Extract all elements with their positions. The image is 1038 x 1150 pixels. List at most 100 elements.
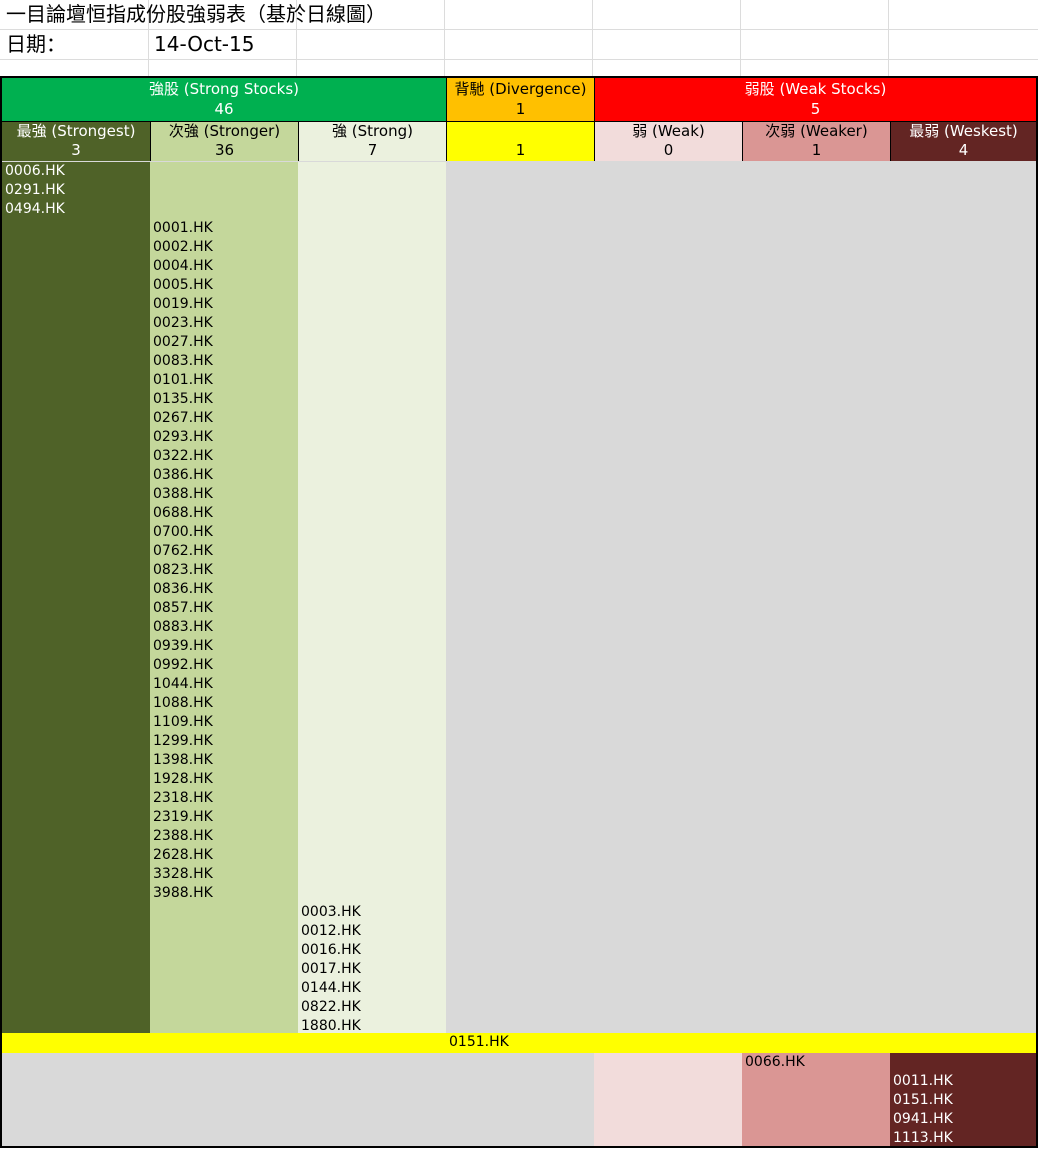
stock-cell[interactable]: 2388.HK bbox=[153, 827, 213, 846]
stock-cell[interactable]: 0939.HK bbox=[153, 637, 213, 656]
stock-cell[interactable]: 0002.HK bbox=[153, 238, 213, 257]
stock-list: 0011.HK 0151.HK 0941.HK 1113.HK bbox=[893, 1072, 953, 1146]
stock-list: 0006.HK 0291.HK 0494.HK bbox=[5, 162, 65, 219]
category-header-strong[interactable]: 強 (Strong) 7 bbox=[298, 121, 446, 161]
category-header-weakest[interactable]: 最弱 (Weskest) 4 bbox=[890, 121, 1036, 161]
column-weaker: 0066.HK bbox=[742, 1053, 890, 1146]
category-count: 0 bbox=[663, 141, 674, 159]
stock-cell[interactable]: 0101.HK bbox=[153, 371, 213, 390]
category-label: 次強 (Stronger) bbox=[168, 122, 281, 140]
date-value[interactable]: 14-Oct-15 bbox=[154, 30, 254, 58]
column-strong: 0003.HK 0012.HK 0016.HK 0017.HK 0144.HK … bbox=[298, 162, 446, 1033]
stock-cell[interactable]: 0151.HK bbox=[893, 1091, 953, 1110]
stock-cell[interactable]: 0004.HK bbox=[153, 257, 213, 276]
gridline-col-6 bbox=[888, 0, 889, 76]
stock-cell[interactable]: 0700.HK bbox=[153, 523, 213, 542]
stock-cell[interactable]: 0762.HK bbox=[153, 542, 213, 561]
stock-cell[interactable]: 0151.HK bbox=[449, 1033, 509, 1052]
stock-cell[interactable]: 0066.HK bbox=[745, 1053, 805, 1072]
category-header-strongest[interactable]: 最強 (Strongest) 3 bbox=[2, 121, 150, 161]
gridline-col-3 bbox=[444, 0, 445, 76]
category-label: 強 (Strong) bbox=[332, 122, 413, 140]
stock-cell[interactable]: 0027.HK bbox=[153, 333, 213, 352]
stock-cell[interactable]: 0003.HK bbox=[301, 903, 361, 922]
sheet-title[interactable]: 一目論壇恒指成份股強弱表（基於日線圖） bbox=[6, 0, 386, 28]
strength-table: 強股 (Strong Stocks) 46 背馳 (Divergence) 1 … bbox=[0, 76, 1038, 1148]
stock-cell[interactable]: 0992.HK bbox=[153, 656, 213, 675]
gridline-col-4 bbox=[592, 0, 593, 76]
stock-cell[interactable]: 0836.HK bbox=[153, 580, 213, 599]
stock-cell[interactable]: 0267.HK bbox=[153, 409, 213, 428]
category-count: 3 bbox=[71, 141, 81, 159]
date-label[interactable]: 日期： bbox=[6, 30, 66, 58]
stock-cell[interactable]: 0857.HK bbox=[153, 599, 213, 618]
stock-cell[interactable]: 1113.HK bbox=[893, 1129, 953, 1146]
stock-cell[interactable]: 1928.HK bbox=[153, 770, 213, 789]
stock-cell[interactable]: 1880.HK bbox=[301, 1017, 361, 1033]
stock-cell[interactable]: 3988.HK bbox=[153, 884, 213, 903]
stock-cell[interactable]: 0293.HK bbox=[153, 428, 213, 447]
stock-cell[interactable]: 1044.HK bbox=[153, 675, 213, 694]
stock-cell[interactable]: 2319.HK bbox=[153, 808, 213, 827]
group-count-weak: 5 bbox=[810, 100, 821, 118]
stock-cell[interactable]: 3328.HK bbox=[153, 865, 213, 884]
stock-list: 0003.HK 0012.HK 0016.HK 0017.HK 0144.HK … bbox=[301, 903, 361, 1033]
stock-cell[interactable]: 0083.HK bbox=[153, 352, 213, 371]
stock-cell[interactable]: 1299.HK bbox=[153, 732, 213, 751]
category-label: 最強 (Strongest) bbox=[16, 122, 136, 140]
stock-cell[interactable]: 0322.HK bbox=[153, 447, 213, 466]
category-count: 1 bbox=[811, 141, 822, 159]
stock-cell[interactable]: 0006.HK bbox=[5, 162, 65, 181]
stock-cell[interactable]: 1398.HK bbox=[153, 751, 213, 770]
stock-cell[interactable]: 0012.HK bbox=[301, 922, 361, 941]
stock-cell[interactable]: 0144.HK bbox=[301, 979, 361, 998]
stock-cell[interactable]: 0941.HK bbox=[893, 1110, 953, 1129]
category-header-divergence[interactable]: 1 bbox=[446, 121, 594, 161]
category-label: 次弱 (Weaker) bbox=[765, 122, 868, 140]
category-count: 4 bbox=[958, 141, 969, 159]
column-stronger: 0001.HK 0002.HK 0004.HK 0005.HK 0019.HK … bbox=[150, 162, 298, 1033]
stock-cell[interactable]: 0494.HK bbox=[5, 200, 65, 219]
stock-cell[interactable]: 0688.HK bbox=[153, 504, 213, 523]
column-weakest: 0011.HK 0151.HK 0941.HK 1113.HK bbox=[890, 1053, 1036, 1146]
stock-cell[interactable]: 2318.HK bbox=[153, 789, 213, 808]
stock-list: 0001.HK 0002.HK 0004.HK 0005.HK 0019.HK … bbox=[153, 219, 213, 903]
column-strongest: 0006.HK 0291.HK 0494.HK bbox=[2, 162, 150, 1033]
stock-cell[interactable]: 0017.HK bbox=[301, 960, 361, 979]
category-label: 弱 (Weak) bbox=[632, 122, 705, 140]
stock-cell[interactable]: 1088.HK bbox=[153, 694, 213, 713]
column-weak bbox=[594, 1053, 742, 1146]
category-count: 36 bbox=[214, 141, 235, 159]
stock-cell[interactable]: 0019.HK bbox=[153, 295, 213, 314]
stock-cell[interactable]: 0291.HK bbox=[5, 181, 65, 200]
stock-cell[interactable]: 2628.HK bbox=[153, 846, 213, 865]
gridline-col-5 bbox=[740, 0, 741, 76]
stock-cell[interactable]: 0388.HK bbox=[153, 485, 213, 504]
stock-cell[interactable]: 0822.HK bbox=[301, 998, 361, 1017]
group-header-divergence[interactable]: 背馳 (Divergence) 1 bbox=[446, 78, 594, 121]
category-header-stronger[interactable]: 次強 (Stronger) 36 bbox=[150, 121, 298, 161]
stock-cell[interactable]: 0005.HK bbox=[153, 276, 213, 295]
stock-cell[interactable]: 0011.HK bbox=[893, 1072, 953, 1091]
stock-cell[interactable]: 0386.HK bbox=[153, 466, 213, 485]
stock-cell[interactable]: 0023.HK bbox=[153, 314, 213, 333]
stock-cell[interactable]: 0001.HK bbox=[153, 219, 213, 238]
group-count-divergence: 1 bbox=[515, 100, 526, 118]
stock-list: 0151.HK bbox=[449, 1033, 509, 1052]
group-count-strong: 46 bbox=[214, 100, 234, 118]
group-header-weak[interactable]: 弱股 (Weak Stocks) 5 bbox=[594, 78, 1036, 121]
stock-cell[interactable]: 1109.HK bbox=[153, 713, 213, 732]
category-count: 7 bbox=[367, 141, 378, 159]
stock-cell[interactable]: 0016.HK bbox=[301, 941, 361, 960]
group-label-divergence: 背馳 (Divergence) bbox=[454, 80, 587, 98]
stock-list: 0066.HK bbox=[745, 1053, 805, 1072]
stock-cell[interactable]: 0135.HK bbox=[153, 390, 213, 409]
gridline-row-2 bbox=[0, 59, 1038, 60]
group-header-strong[interactable]: 強股 (Strong Stocks) 46 bbox=[2, 78, 446, 121]
category-header-weaker[interactable]: 次弱 (Weaker) 1 bbox=[742, 121, 890, 161]
stock-cell[interactable]: 0823.HK bbox=[153, 561, 213, 580]
group-label-weak: 弱股 (Weak Stocks) bbox=[744, 80, 887, 98]
category-header-weak[interactable]: 弱 (Weak) 0 bbox=[594, 121, 742, 161]
stock-cell[interactable]: 0883.HK bbox=[153, 618, 213, 637]
divergence-row: 0151.HK bbox=[2, 1033, 1036, 1053]
